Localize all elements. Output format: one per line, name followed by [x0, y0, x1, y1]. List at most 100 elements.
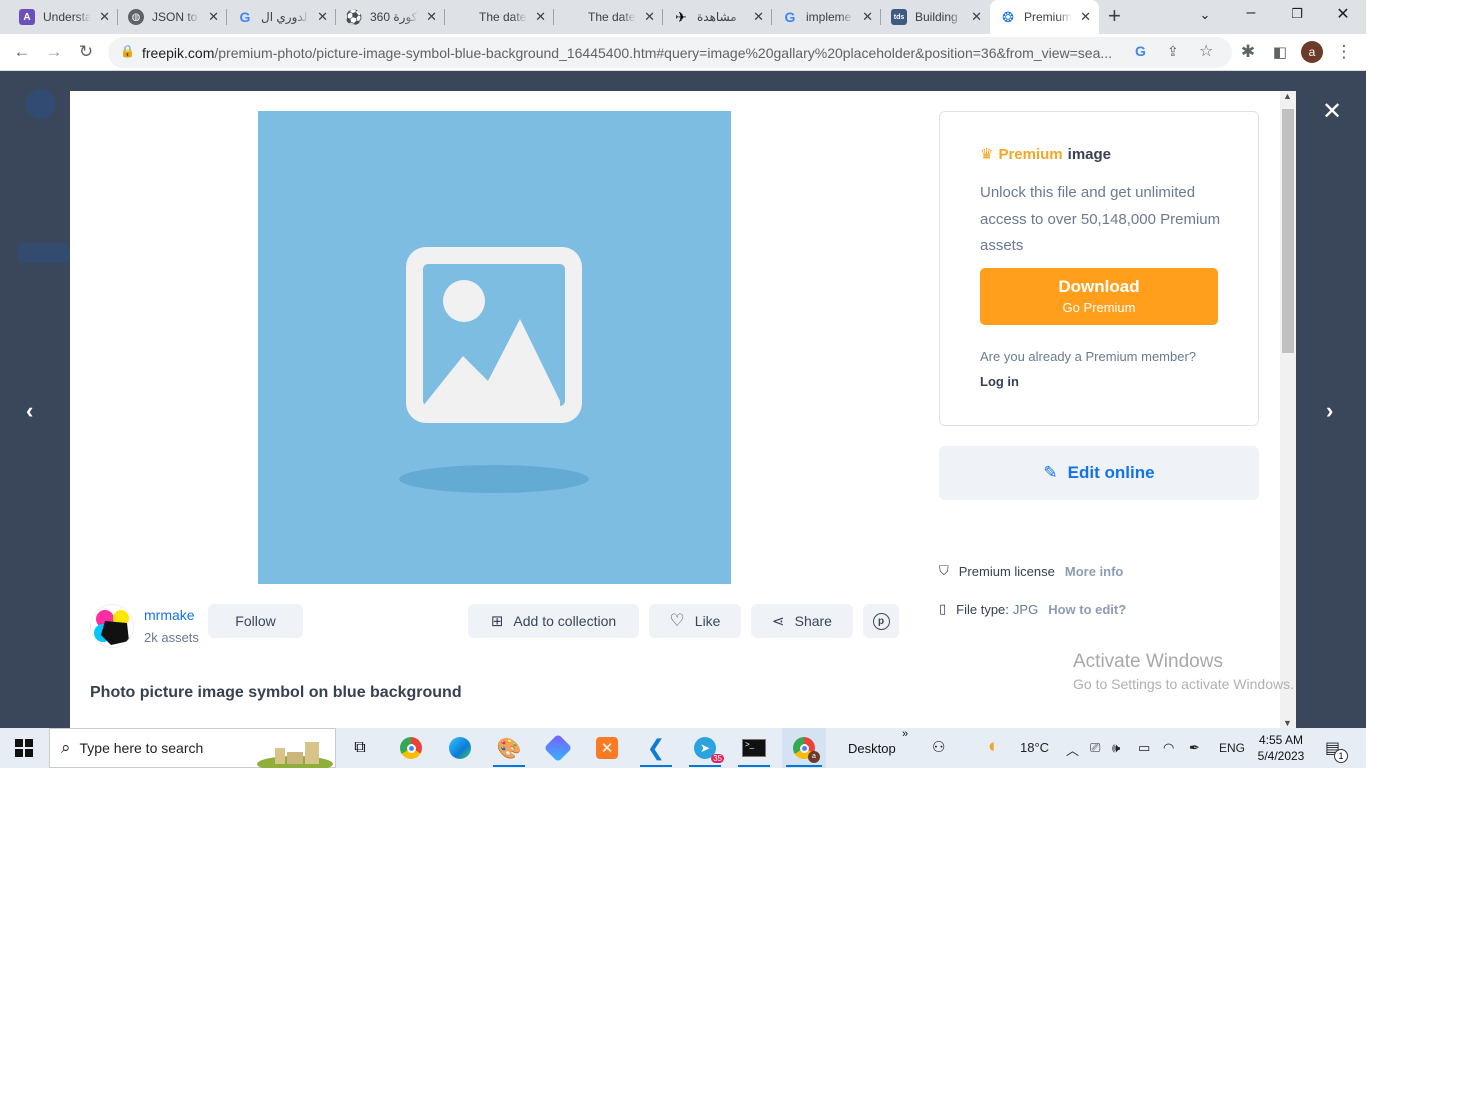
- tab-close-icon[interactable]: ✕: [208, 9, 219, 25]
- minimize-icon[interactable]: –: [1239, 4, 1263, 22]
- like-button[interactable]: ♡ Like: [649, 604, 741, 638]
- reload-icon[interactable]: ↻: [74, 40, 98, 64]
- menu-kebab-icon[interactable]: ⋮: [1332, 40, 1356, 64]
- url-path: /premium-photo/picture-image-symbol-blue…: [214, 44, 1113, 61]
- xampp-icon: ✕: [596, 737, 618, 759]
- blank-icon: [564, 9, 580, 25]
- profile-avatar[interactable]: a: [1300, 40, 1324, 64]
- tab-8[interactable]: tds Building ✕: [881, 0, 990, 34]
- tab-7[interactable]: G impleme ✕: [772, 0, 881, 34]
- filetype-value: JPG: [1012, 601, 1039, 617]
- pen-icon[interactable]: ✒: [1189, 740, 1200, 756]
- tab-3[interactable]: ⚽ 360 كورة ✕: [336, 0, 445, 34]
- weather-moon-icon[interactable]: ◐: [988, 736, 999, 758]
- profile-initial: a: [1301, 41, 1323, 63]
- telegram-icon: ➤ 35: [694, 737, 724, 763]
- tab-close-icon[interactable]: ✕: [426, 9, 437, 25]
- share-button[interactable]: ⋖ Share: [751, 604, 853, 638]
- tab-0[interactable]: A Understa ✕: [9, 0, 118, 34]
- page-backdrop: ‹ › mrmake 2k assets Follow ⊞ Add to col…: [0, 71, 1366, 728]
- desktop-toolbar[interactable]: Desktop »: [848, 728, 908, 768]
- forward-arrow-icon[interactable]: →: [42, 40, 66, 64]
- author-name[interactable]: mrmake: [144, 607, 195, 623]
- back-arrow-icon[interactable]: ←: [10, 40, 34, 64]
- side-panel-icon[interactable]: ◧: [1268, 40, 1292, 64]
- tab-search-chevron-icon[interactable]: ⌄: [1193, 7, 1217, 23]
- add-to-collection-button[interactable]: ⊞ Add to collection: [468, 604, 639, 638]
- tab-9-active[interactable]: ❂ Premium ✕: [990, 0, 1099, 34]
- address-bar[interactable]: 🔒 freepik.com/premium-photo/picture-imag…: [108, 37, 1232, 68]
- license-more-link[interactable]: More info: [1065, 564, 1124, 579]
- taskbar-terminal[interactable]: >_: [734, 728, 774, 768]
- tab-close-icon[interactable]: ✕: [317, 9, 328, 25]
- tab-close-icon[interactable]: ✕: [535, 9, 546, 25]
- tab-title: الدوري ال: [261, 10, 309, 24]
- tab-close-icon[interactable]: ✕: [644, 9, 655, 25]
- clock[interactable]: 4:55 AM 5/4/2023: [1255, 732, 1307, 764]
- login-link[interactable]: Log in: [980, 374, 1019, 389]
- tab-close-icon[interactable]: ✕: [862, 9, 873, 25]
- taskbar-search-box[interactable]: ⌕ Type here to search: [49, 728, 336, 768]
- scroll-thumb[interactable]: [1282, 109, 1294, 353]
- hexagon-app-icon: [543, 733, 573, 763]
- tab-4[interactable]: The date ✕: [445, 0, 554, 34]
- task-view-button[interactable]: ⧉: [344, 728, 376, 768]
- taskbar-chrome-1[interactable]: [392, 728, 430, 768]
- pinterest-button[interactable]: p: [863, 604, 899, 638]
- scroll-down-icon[interactable]: ▼: [1283, 718, 1292, 728]
- start-button[interactable]: [0, 728, 48, 768]
- windows-logo-icon: [15, 739, 33, 757]
- language-indicator[interactable]: ENG: [1219, 741, 1245, 755]
- taskbar-chrome-active[interactable]: a: [782, 728, 826, 768]
- tab-close-icon[interactable]: ✕: [753, 9, 764, 25]
- tab-close-icon[interactable]: ✕: [1080, 9, 1091, 25]
- battery-icon[interactable]: ▭: [1138, 740, 1150, 756]
- google-translate-icon[interactable]: G: [1135, 43, 1146, 59]
- tab-close-icon[interactable]: ✕: [971, 9, 982, 25]
- taskbar-edge[interactable]: [441, 728, 479, 768]
- taskbar-cortana-app[interactable]: [538, 728, 578, 768]
- show-hidden-icons-chevron-icon[interactable]: ︿: [1066, 740, 1079, 759]
- tab-6[interactable]: ✈ مشاهدة ✕: [663, 0, 772, 34]
- window-close-icon[interactable]: ✕: [1331, 4, 1355, 24]
- new-tab-plus-icon[interactable]: +: [1108, 5, 1121, 27]
- telegram-badge: 35: [711, 754, 724, 763]
- download-button[interactable]: Download Go Premium: [980, 268, 1218, 325]
- tab-1[interactable]: ◍ JSON to ✕: [118, 0, 227, 34]
- how-to-edit-link[interactable]: How to edit?: [1048, 602, 1126, 617]
- premium-suffix: image: [1067, 145, 1112, 163]
- taskbar-paint[interactable]: 🎨: [489, 728, 529, 768]
- scroll-up-icon[interactable]: ▲: [1283, 91, 1292, 101]
- profile-mini-avatar: a: [808, 751, 820, 763]
- url-domain: freepik.com: [142, 44, 215, 61]
- next-arrow-icon[interactable]: ›: [1326, 398, 1333, 424]
- premium-label: Premium: [998, 145, 1063, 163]
- restore-icon[interactable]: ❐: [1285, 6, 1309, 22]
- taskbar-vscode[interactable]: ❮: [636, 728, 676, 768]
- wifi-icon[interactable]: ◠: [1163, 740, 1174, 756]
- extensions-puzzle-icon[interactable]: ✱: [1236, 40, 1260, 64]
- modal-close-icon[interactable]: ✕: [1322, 100, 1342, 124]
- share-page-icon[interactable]: ⇪: [1167, 43, 1179, 60]
- people-icon[interactable]: ⚇: [932, 738, 945, 756]
- tab-close-icon[interactable]: ✕: [99, 9, 110, 25]
- tab-2[interactable]: G الدوري ال ✕: [227, 0, 336, 34]
- author-avatar[interactable]: [90, 604, 134, 648]
- previous-arrow-icon[interactable]: ‹: [26, 398, 33, 424]
- share-label: Share: [794, 613, 832, 629]
- follow-label: Follow: [235, 613, 276, 629]
- google-g-icon: G: [784, 9, 796, 25]
- filetype-row: ▯ File type: JPG How to edit?: [939, 601, 1126, 617]
- bookmark-star-icon[interactable]: ☆: [1199, 41, 1213, 61]
- speaker-icon[interactable]: 🕪: [1112, 740, 1120, 756]
- taskbar-telegram[interactable]: ➤ 35: [685, 728, 725, 768]
- edit-online-button[interactable]: ✎ Edit online: [939, 446, 1259, 500]
- desktop-chevron-icon: »: [902, 728, 909, 740]
- camera-icon[interactable]: ⎚: [1090, 740, 1100, 756]
- temperature[interactable]: 18°C: [1020, 740, 1049, 755]
- author-logo-icon: [94, 610, 129, 645]
- taskbar-xampp[interactable]: ✕: [587, 728, 627, 768]
- clock-date: 5/4/2023: [1257, 749, 1305, 763]
- follow-button[interactable]: Follow: [208, 604, 303, 638]
- tab-5[interactable]: The date ✕: [554, 0, 663, 34]
